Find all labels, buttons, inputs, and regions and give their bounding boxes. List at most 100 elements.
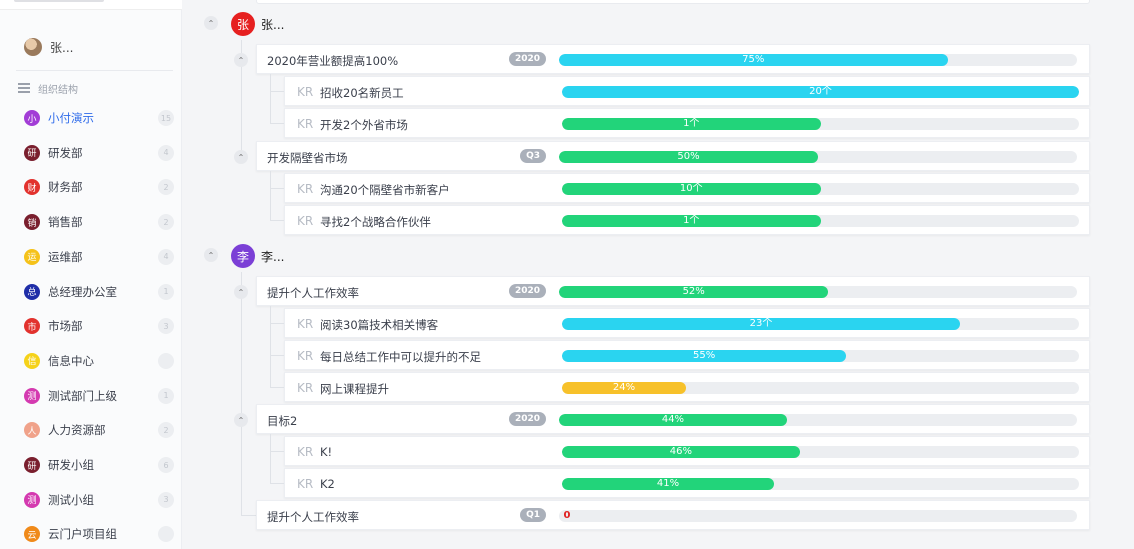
- progress-track: 1个: [562, 215, 1079, 227]
- tree-connector: [270, 91, 284, 92]
- progress-track: 1个: [562, 118, 1079, 130]
- period-tag: 2020: [508, 412, 546, 426]
- collapse-toggle-icon[interactable]: ⌃: [234, 150, 248, 164]
- key-result-card[interactable]: KR 网上课程提升 24%: [284, 372, 1090, 402]
- department-label: 市场部: [48, 319, 83, 334]
- progress-track: 10个: [562, 183, 1079, 195]
- key-result-card[interactable]: KR 招收20名新员工 20个: [284, 76, 1090, 106]
- progress-track: 23个: [562, 318, 1079, 330]
- org-structure-title: 组织结构: [18, 81, 78, 96]
- department-label: 人力资源部: [48, 423, 106, 438]
- objective-title: 提升个人工作效率: [267, 286, 359, 300]
- sidebar-item-department[interactable]: 云云门户项目组: [24, 523, 174, 545]
- objective-title: 开发隔壁省市场: [267, 151, 348, 165]
- objective-title: 目标2: [267, 414, 298, 428]
- owner-avatar: 李: [231, 244, 255, 268]
- department-icon: 小: [24, 110, 40, 126]
- key-result-card[interactable]: KR 每日总结工作中可以提升的不足 55%: [284, 340, 1090, 370]
- department-label: 研发小组: [48, 458, 94, 472]
- key-result-card[interactable]: KR 阅读30篇技术相关博客 23个: [284, 308, 1090, 338]
- department-label: 测试小组: [48, 492, 94, 507]
- previous-card: [256, 0, 1090, 4]
- progress-label: 41%: [656, 478, 680, 489]
- objective-title: 提升个人工作效率: [267, 510, 359, 524]
- progress-label: 24%: [612, 382, 636, 393]
- divider: [16, 70, 173, 71]
- key-result-card[interactable]: KR 沟通20个隔壁省市新客户 10个: [284, 173, 1090, 203]
- sidebar-item-department[interactable]: 小小付演示 15: [24, 107, 174, 129]
- kr-label: KR: [297, 445, 314, 459]
- sidebar-item-department[interactable]: 研研发小组 6: [24, 454, 174, 476]
- department-count-badge: [158, 352, 174, 369]
- progress-track: 75%: [559, 54, 1077, 66]
- progress-label: 1个: [683, 215, 700, 226]
- department-icon: 财: [24, 179, 40, 196]
- department-icon: 人: [24, 422, 40, 439]
- key-result-card[interactable]: KR K2 41%: [284, 468, 1090, 498]
- tree-connector: [270, 434, 271, 484]
- key-result-title: 每日总结工作中可以提升的不足: [320, 350, 481, 364]
- objective-title: 2020年营业额提高100%: [267, 54, 399, 68]
- key-result-card[interactable]: KR 寻找2个战略合作伙伴 1个: [284, 205, 1090, 235]
- department-label: 信息中心: [48, 353, 94, 368]
- kr-label: KR: [297, 214, 314, 228]
- department-count-badge: 4: [158, 248, 174, 265]
- objective-card[interactable]: 提升个人工作效率 2020 52%: [256, 276, 1090, 306]
- department-icon: 研: [24, 457, 40, 473]
- sidebar-item-department[interactable]: 销销售部 2: [24, 211, 174, 233]
- sidebar-topbar: [0, 0, 182, 10]
- department-icon: 云: [24, 526, 40, 543]
- sidebar: 张... 组织结构 小小付演示 15 研研发部 4 财财务部 2 销销售部 2 运运维部 4 总总经…: [0, 0, 182, 549]
- sidebar-item-department[interactable]: 市市场部 3: [24, 315, 174, 337]
- tree-connector: [241, 272, 242, 515]
- key-result-card[interactable]: KR 开发2个外省市场 1个: [284, 108, 1090, 138]
- sidebar-item-department[interactable]: 信信息中心: [24, 350, 174, 372]
- department-count-badge: 2: [158, 179, 174, 196]
- department-label: 运维部: [48, 249, 83, 264]
- key-result-title: 招收20名新员工: [320, 86, 404, 100]
- avatar: [24, 38, 42, 56]
- owner-name: 李...: [261, 249, 285, 264]
- progress-track: 55%: [562, 350, 1079, 362]
- owner-name: 张...: [261, 17, 285, 32]
- sidebar-item-department[interactable]: 测测试部门上级 1: [24, 385, 174, 407]
- progress-label: 44%: [661, 414, 685, 425]
- progress-track: 52%: [559, 286, 1077, 298]
- progress-label: 50%: [677, 151, 700, 162]
- department-count-badge: 2: [158, 214, 174, 231]
- department-label: 研发部: [48, 145, 83, 160]
- kr-label: KR: [297, 117, 314, 131]
- key-result-title: 网上课程提升: [320, 382, 389, 396]
- sidebar-item-department[interactable]: 运运维部 4: [24, 246, 174, 268]
- objective-card[interactable]: 目标2 2020 44%: [256, 404, 1090, 434]
- sidebar-item-department[interactable]: 财财务部 2: [24, 176, 174, 198]
- sidebar-item-department[interactable]: 总总经理办公室 1: [24, 281, 174, 303]
- collapse-toggle-icon[interactable]: ⌃: [234, 413, 248, 427]
- kr-label: KR: [297, 477, 314, 491]
- department-label: 测试部门上级: [48, 388, 117, 403]
- tree-connector: [241, 515, 256, 516]
- current-user[interactable]: 张...: [24, 36, 73, 58]
- collapse-toggle-icon[interactable]: ⌃: [234, 53, 248, 67]
- sidebar-item-department[interactable]: 测测试小组 3: [24, 489, 174, 511]
- kr-label: KR: [297, 182, 314, 196]
- department-label: 财务部: [48, 180, 83, 195]
- objective-card[interactable]: 开发隔壁省市场 Q3 50%: [256, 141, 1090, 171]
- objective-card[interactable]: 提升个人工作效率 Q1 0: [256, 500, 1090, 530]
- objective-card[interactable]: 2020年营业额提高100% 2020 75%: [256, 44, 1090, 74]
- collapse-toggle-icon[interactable]: ⌃: [204, 248, 218, 262]
- sidebar-item-department[interactable]: 研研发部 4: [24, 142, 174, 164]
- department-icon: 总: [24, 283, 40, 300]
- okr-tree: ⌃ 张张... ⌃ 2020年营业额提高100% 2020 75% KR 招收20名新员工 20…: [182, 0, 1134, 549]
- collapse-toggle-icon[interactable]: ⌃: [234, 285, 248, 299]
- department-count-badge: 15: [158, 110, 174, 126]
- department-icon: 测: [24, 491, 40, 508]
- collapse-toggle-icon[interactable]: ⌃: [204, 16, 218, 30]
- tree-connector: [270, 387, 284, 388]
- department-count-badge: 1: [158, 283, 174, 300]
- department-count-badge: 3: [158, 491, 174, 508]
- tree-connector: [270, 220, 284, 221]
- key-result-title: 寻找2个战略合作伙伴: [320, 215, 431, 229]
- key-result-card[interactable]: KR K! 46%: [284, 436, 1090, 466]
- sidebar-item-department[interactable]: 人人力资源部 2: [24, 419, 174, 441]
